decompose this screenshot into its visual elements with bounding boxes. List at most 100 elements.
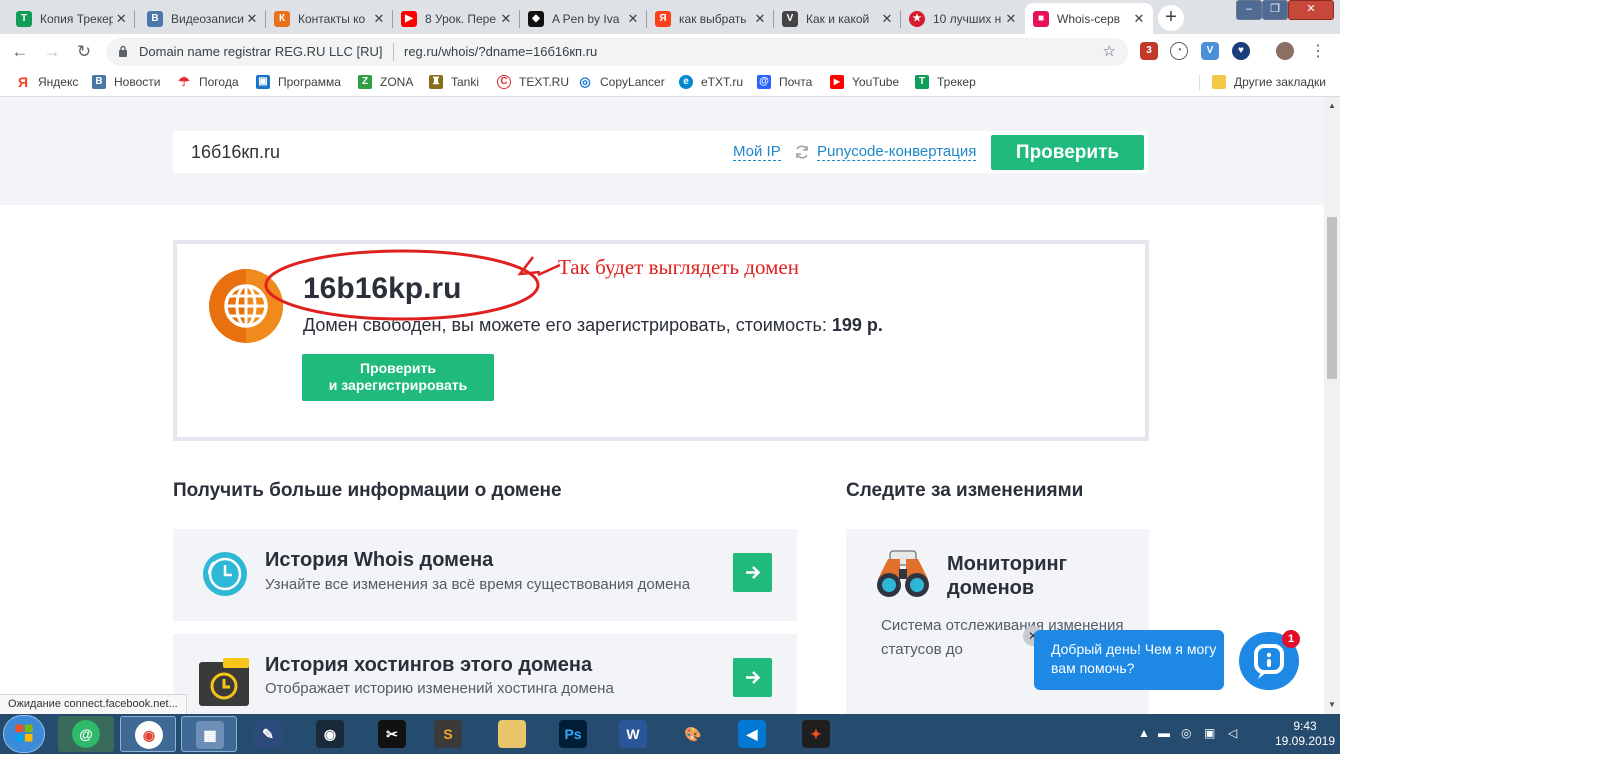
bookmark-label: Трекер xyxy=(937,75,976,89)
tab[interactable]: V Как и какой ✕ xyxy=(774,3,901,34)
bookmark-item[interactable]: В Новости xyxy=(92,75,160,89)
my-ip-link[interactable]: Мой IP xyxy=(733,144,781,161)
shield-extension-icon[interactable]: ♥ xyxy=(1232,42,1250,60)
page-scrollbar[interactable]: ▲ ▼ xyxy=(1324,97,1340,714)
search-input[interactable]: 16б16кп.ru xyxy=(191,142,280,163)
chat-greeting-bubble[interactable]: Добрый день! Чем я могу вам помочь? xyxy=(1034,630,1224,690)
close-icon[interactable]: ✕ xyxy=(752,11,768,27)
bookmark-item[interactable]: Я Яндекс xyxy=(16,75,78,89)
bookmark-item[interactable]: ♜ Tanki xyxy=(429,75,479,89)
domain-search-field[interactable]: 16б16кп.ru Мой IP Punycode-конвертация П… xyxy=(173,131,1148,173)
bookmark-item[interactable]: ◎ CopyLancer xyxy=(578,75,664,90)
tab[interactable]: Т Копия Трекер ✕ xyxy=(8,3,135,34)
tab[interactable]: ◆ A Pen by Iva ✕ xyxy=(520,3,647,34)
tray-app-icon[interactable]: ◎ xyxy=(1181,726,1191,740)
close-icon[interactable]: ✕ xyxy=(625,11,641,27)
close-icon[interactable]: ✕ xyxy=(1003,11,1019,27)
tab[interactable]: В Видеозаписи ✕ xyxy=(139,3,266,34)
network-icon[interactable]: ▣ xyxy=(1204,726,1215,740)
v-extension-icon[interactable]: V xyxy=(1201,42,1219,60)
taskbar-app[interactable]: Ps xyxy=(545,716,601,752)
chrome-icon: ◉ xyxy=(135,721,163,749)
language-flag-icon[interactable]: ▬ xyxy=(1158,726,1170,740)
tab-title: Копия Трекер xyxy=(40,11,114,26)
bookmark-item[interactable]: ☂ Погода xyxy=(177,75,238,90)
arrow-right-button[interactable] xyxy=(733,553,772,592)
site-identity-label: Domain name registrar REG.RU LLC [RU] xyxy=(139,44,383,59)
paint-icon: ✎ xyxy=(254,720,282,748)
new-tab-button[interactable]: + xyxy=(1158,5,1184,31)
browser-menu-icon[interactable]: ⋮ xyxy=(1306,40,1330,64)
avatar[interactable] xyxy=(1276,42,1294,60)
bookmark-item[interactable]: C TEXT.RU xyxy=(497,75,569,89)
close-icon[interactable]: ✕ xyxy=(498,11,514,27)
vscode-icon: ◀ xyxy=(738,720,766,748)
clock-history-icon xyxy=(203,552,247,596)
taskbar-app[interactable]: @ xyxy=(58,716,114,752)
bookmark-item[interactable]: Т Трекер xyxy=(915,75,976,89)
adblock-extension-icon[interactable]: 3 xyxy=(1140,42,1158,60)
hosting-history-card[interactable]: История хостингов этого домена Отображае… xyxy=(173,634,797,714)
maximize-button[interactable]: ❐ xyxy=(1262,0,1288,20)
address-bar[interactable]: Domain name registrar REG.RU LLC [RU] re… xyxy=(106,38,1128,66)
tab[interactable]: К Контакты ко ✕ xyxy=(266,3,393,34)
other-bookmarks-folder[interactable]: Другие закладки xyxy=(1212,75,1326,89)
eye-icon: ◉ xyxy=(316,720,344,748)
system-clock[interactable]: 9:43 19.09.2019 xyxy=(1272,719,1338,749)
taskbar-app[interactable]: 🎨 xyxy=(665,716,721,752)
tab[interactable]: ★ 10 лучших н ✕ xyxy=(901,3,1025,34)
taskbar-app[interactable]: ✦ xyxy=(788,716,844,752)
taskbar-app[interactable]: ◉ xyxy=(120,716,176,752)
bookmark-item[interactable]: Z ZONA xyxy=(358,75,413,89)
taskbar-app[interactable]: ✎ xyxy=(240,716,296,752)
register-button[interactable]: Проверить и зарегистрировать xyxy=(302,354,494,401)
bookmark-item[interactable]: e eTXT.ru xyxy=(679,75,743,89)
tv-icon: ▣ xyxy=(256,75,270,89)
windows-logo-icon xyxy=(15,724,33,742)
tab[interactable]: ▶ 8 Урок. Пере ✕ xyxy=(393,3,520,34)
card-title: История хостингов этого домена xyxy=(265,654,593,676)
close-icon[interactable]: ✕ xyxy=(1131,11,1147,27)
bookmark-item[interactable]: ▶ YouTube xyxy=(830,75,899,89)
tab-separator xyxy=(134,10,135,28)
tab-strip: Т Копия Трекер ✕ В Видеозаписи ✕ К Конта… xyxy=(0,0,1340,34)
taskbar-app[interactable]: ◀ xyxy=(724,716,780,752)
close-icon[interactable]: ✕ xyxy=(113,11,129,27)
scroll-thumb[interactable] xyxy=(1327,217,1337,379)
url-text[interactable]: reg.ru/whois/?dname=16б16кп.ru xyxy=(404,44,597,59)
tab-favicon-icon: ★ xyxy=(909,10,925,27)
bookmark-label: ZONA xyxy=(380,75,414,89)
taskbar-app[interactable] xyxy=(484,716,540,752)
window-close-button[interactable]: ✕ xyxy=(1288,0,1334,20)
scroll-up-icon[interactable]: ▲ xyxy=(1328,101,1336,110)
binoculars-icon xyxy=(877,550,929,597)
taskbar-app[interactable]: ▦ xyxy=(181,716,237,752)
whois-history-card[interactable]: История Whois домена Узнайте все изменен… xyxy=(173,529,797,621)
bookmark-item[interactable]: @ Почта xyxy=(757,75,812,89)
arrow-right-button[interactable] xyxy=(733,658,772,697)
check-button[interactable]: Проверить xyxy=(991,135,1144,170)
reload-icon[interactable]: ↻ xyxy=(72,40,96,64)
close-icon[interactable]: ✕ xyxy=(244,11,260,27)
taskbar-app[interactable]: W xyxy=(605,716,661,752)
tab-active[interactable]: ■ Whois-серв ✕ xyxy=(1025,3,1153,34)
volume-icon[interactable]: ◁ xyxy=(1228,726,1237,740)
taskbar-app[interactable]: ◉ xyxy=(302,716,358,752)
tray-expand-icon[interactable]: ▲ xyxy=(1138,726,1150,740)
tab[interactable]: Я как выбрать ✕ xyxy=(647,3,774,34)
speed-extension-icon[interactable]: ◔ xyxy=(1170,42,1188,60)
taskbar-app[interactable]: ✂ xyxy=(364,716,420,752)
scroll-down-icon[interactable]: ▼ xyxy=(1328,700,1336,709)
bookmark-star-icon[interactable]: ☆ xyxy=(1103,42,1116,60)
sublime-icon: S xyxy=(434,720,462,748)
back-arrow-icon[interactable]: ← xyxy=(8,40,32,64)
minimize-button[interactable]: – xyxy=(1236,0,1262,20)
punycode-link[interactable]: Punycode-конвертация xyxy=(817,144,977,161)
start-button[interactable] xyxy=(3,715,45,753)
bookmark-label: Tanki xyxy=(451,75,480,89)
close-icon[interactable]: ✕ xyxy=(879,11,895,27)
taskbar-app[interactable]: S xyxy=(420,716,476,752)
close-icon[interactable]: ✕ xyxy=(371,11,387,27)
forward-arrow-icon[interactable]: → xyxy=(40,40,64,64)
bookmark-item[interactable]: ▣ Программа xyxy=(256,75,341,89)
